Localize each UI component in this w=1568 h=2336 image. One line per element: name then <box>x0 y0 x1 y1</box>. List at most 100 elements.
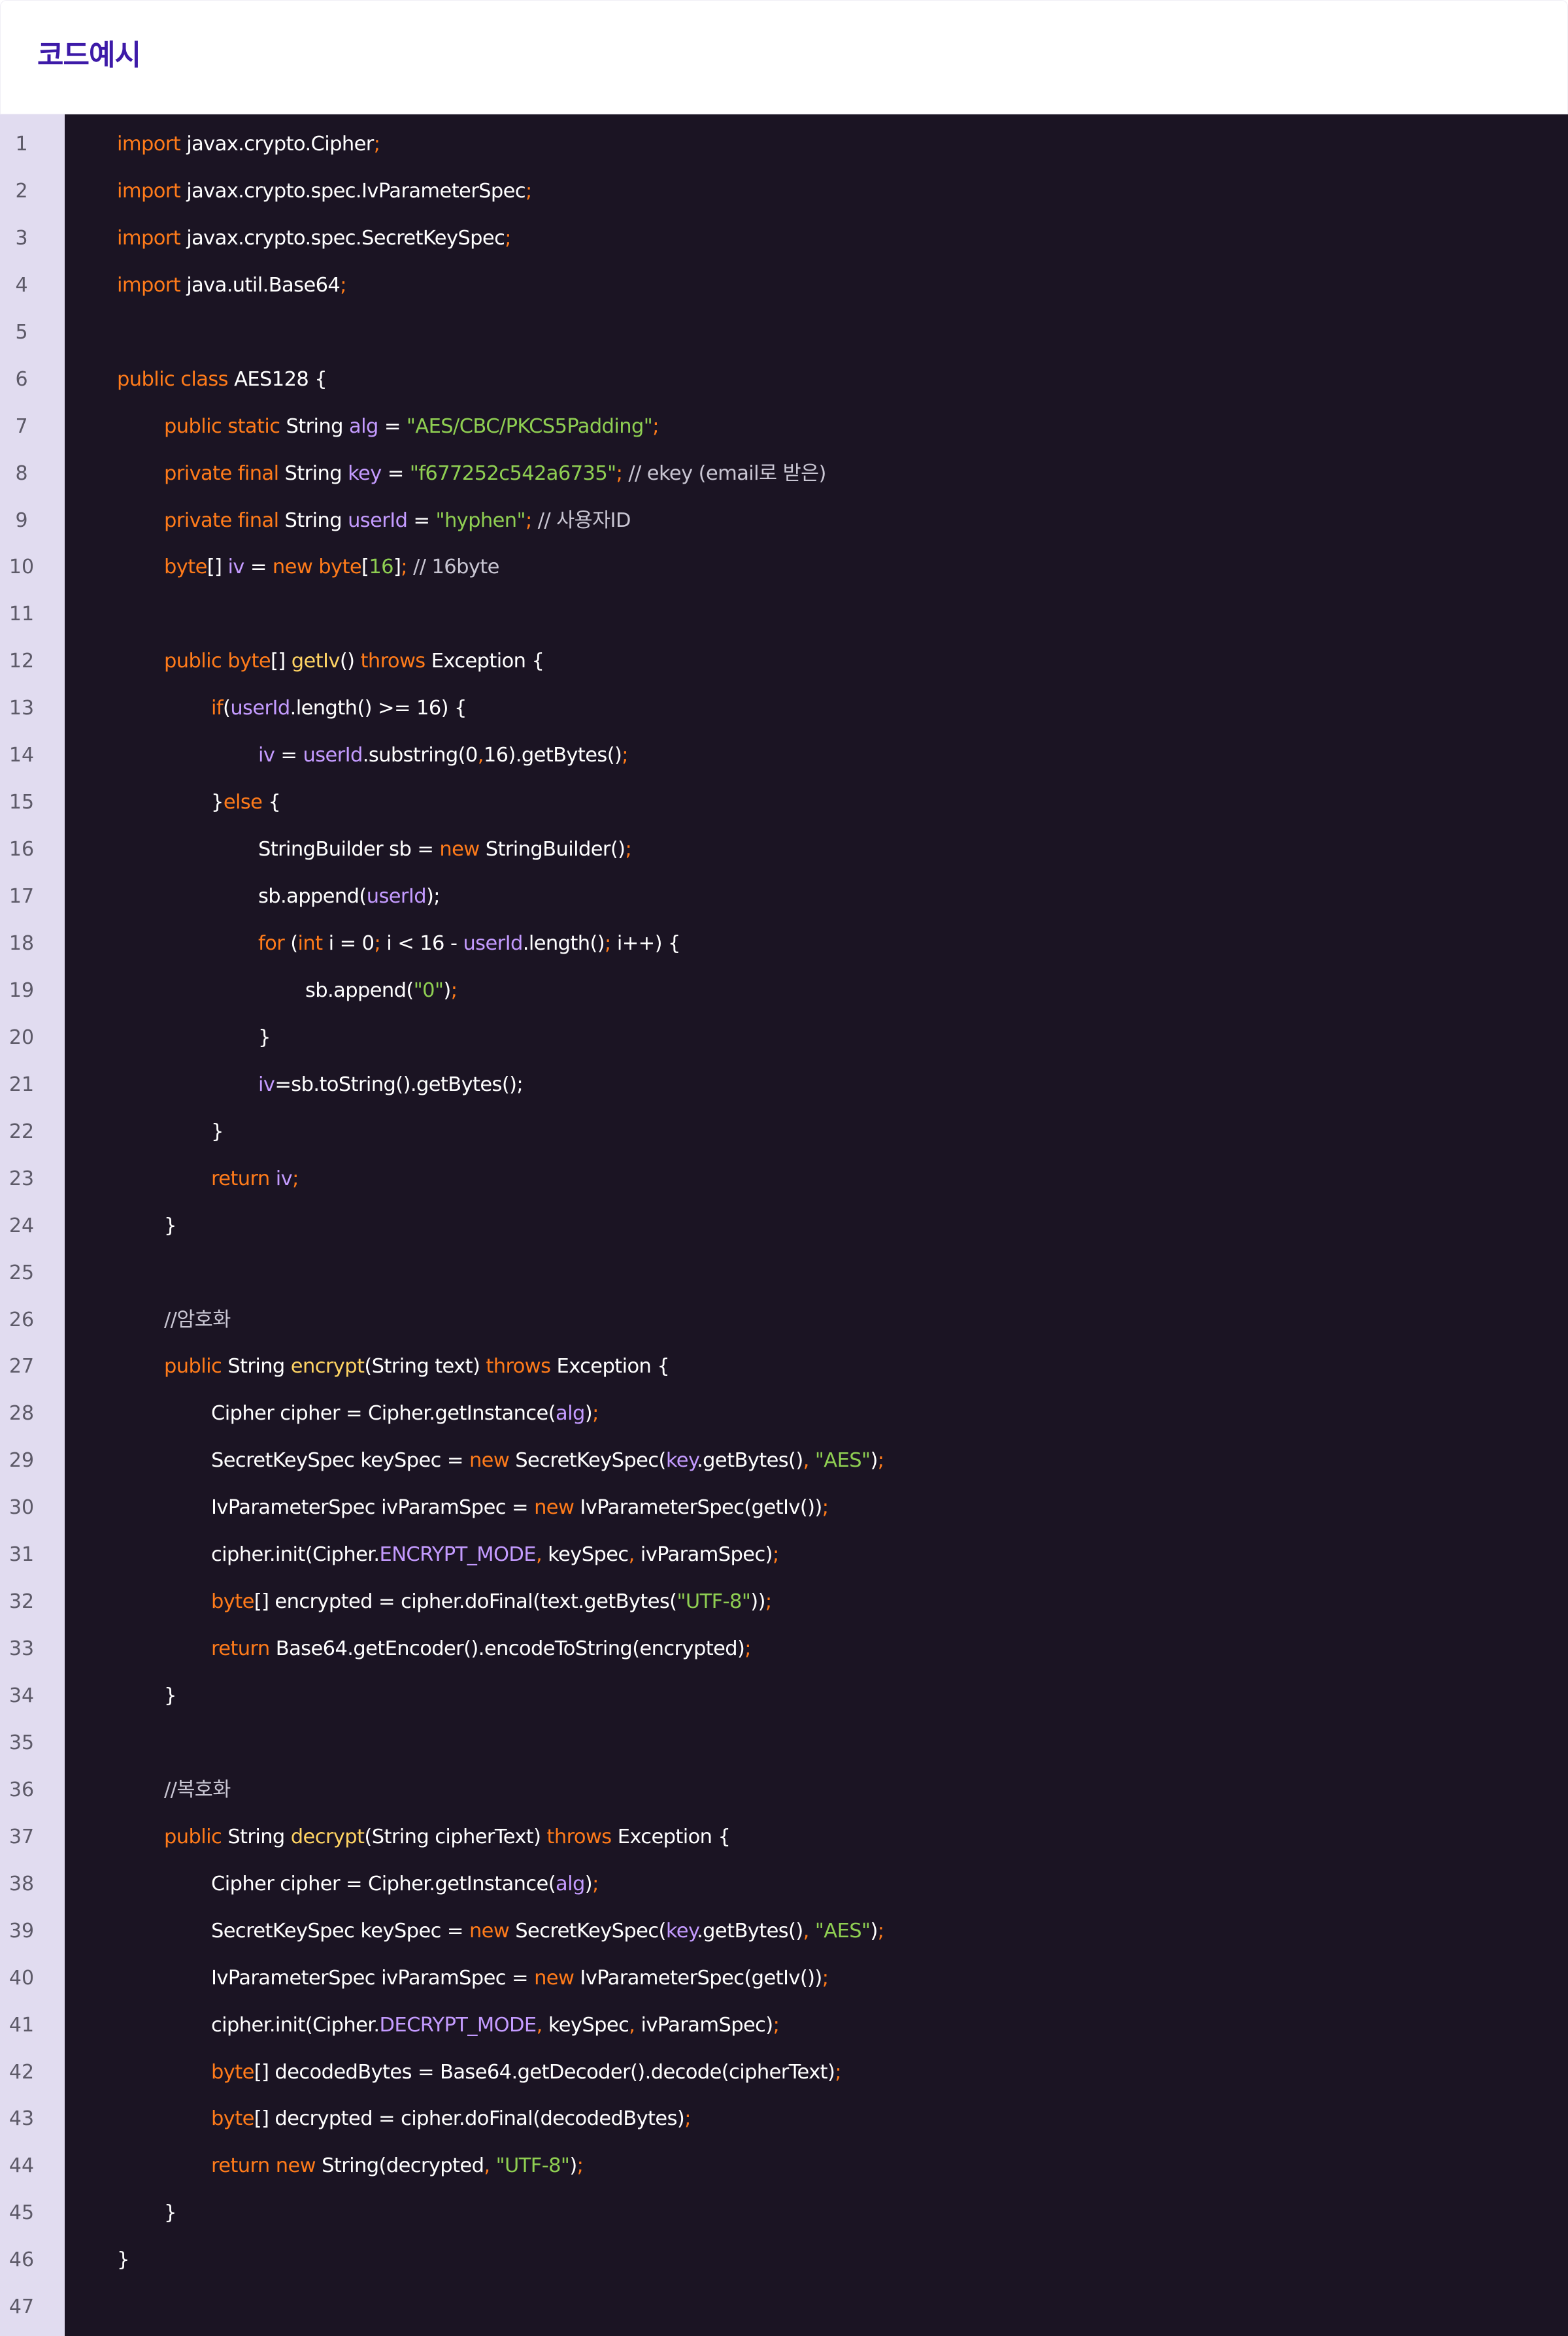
line-number: 38 <box>8 1873 35 1895</box>
code-token: } <box>164 1684 176 1707</box>
code-token: , <box>629 2014 635 2037</box>
code-line[interactable]: sb.append(userId); <box>258 884 441 910</box>
code-line[interactable]: private final String key = "f677252c542a… <box>164 461 826 487</box>
code-line[interactable]: } <box>164 1213 176 1239</box>
code-token: sb.append( <box>305 979 414 1002</box>
code-line[interactable]: public String encrypt(String text) throw… <box>164 1354 670 1380</box>
code-line[interactable]: byte[] encrypted = cipher.doFinal(text.g… <box>211 1589 772 1615</box>
code-token: "f677252c542a6735" <box>409 462 616 485</box>
code-token: [] <box>207 556 228 578</box>
code-line[interactable]: } <box>258 1025 271 1051</box>
line-number: 30 <box>8 1496 35 1519</box>
code-token: ; <box>525 509 532 532</box>
line-number: 34 <box>8 1684 35 1707</box>
line-number: 39 <box>8 1920 35 1943</box>
code-line[interactable]: import javax.crypto.spec.SecretKeySpec; <box>117 225 512 252</box>
code-line[interactable]: cipher.init(Cipher.DECRYPT_MODE, keySpec… <box>211 2012 780 2039</box>
code-token: "UTF-8" <box>676 1590 751 1613</box>
code-token: sb.append( <box>258 885 367 908</box>
code-token: , <box>628 1543 635 1566</box>
code-line[interactable]: } <box>117 2247 129 2273</box>
code-line[interactable]: public class AES128 { <box>117 367 327 393</box>
code-line[interactable]: import javax.crypto.spec.IvParameterSpec… <box>117 178 532 205</box>
code-token: throws <box>360 650 426 673</box>
code-token: String <box>280 415 350 438</box>
code-line[interactable]: public static String alg = "AES/CBC/PKCS… <box>164 414 659 440</box>
line-number: 12 <box>8 650 35 673</box>
line-number: 31 <box>8 1543 35 1566</box>
code-token: ; <box>525 180 532 203</box>
code-line[interactable]: IvParameterSpec ivParamSpec = new IvPara… <box>211 1495 829 1521</box>
code-token: iv <box>258 744 275 767</box>
code-token: Exception { <box>611 1826 731 1848</box>
code-token: throws <box>486 1355 551 1378</box>
code-token: iv <box>258 1073 275 1096</box>
code-line[interactable]: byte[] decrypted = cipher.doFinal(decode… <box>211 2106 691 2132</box>
code-line[interactable]: cipher.init(Cipher.ENCRYPT_MODE, keySpec… <box>211 1542 779 1568</box>
line-number: 45 <box>8 2201 35 2224</box>
code-token: SecretKeySpec( <box>509 1920 666 1943</box>
code-line[interactable]: IvParameterSpec ivParamSpec = new IvPara… <box>211 1965 829 1992</box>
code-token: String <box>222 1355 291 1378</box>
code-line[interactable]: SecretKeySpec keySpec = new SecretKeySpe… <box>211 1448 884 1474</box>
code-line[interactable]: //복호화 <box>164 1777 231 1803</box>
code-token: "hyphen" <box>435 509 526 532</box>
code-token: byte <box>211 2061 254 2084</box>
code-token: ; <box>592 1873 599 1895</box>
code-line[interactable]: if(userId.length() >= 16) { <box>211 695 467 722</box>
code-line[interactable]: Cipher cipher = Cipher.getInstance(alg); <box>211 1871 599 1897</box>
code-token: ; <box>765 1590 772 1613</box>
line-number: 28 <box>8 1402 35 1425</box>
code-line[interactable]: }else { <box>211 790 281 816</box>
line-number: 5 <box>15 321 28 344</box>
code-token: javax.crypto.spec.IvParameterSpec <box>180 180 526 203</box>
code-token: iv <box>275 1167 293 1190</box>
line-number: 7 <box>15 415 28 438</box>
code-line[interactable]: public String decrypt(String cipherText)… <box>164 1824 731 1850</box>
code-token: import <box>117 227 181 250</box>
code-editor[interactable]: 1 2 3 4 5 6 7 8 9 10 11 12 13 14 15 16 17 18 19 20 21 22 23 24 2… <box>0 114 1568 2336</box>
code-line[interactable]: public byte[] getIv() throws Exception { <box>164 648 544 675</box>
code-token: ivParamSpec) <box>634 1543 773 1566</box>
code-line[interactable]: sb.append("0"); <box>305 978 458 1004</box>
code-token: ); <box>426 885 441 908</box>
line-number: 4 <box>15 274 28 297</box>
code-line[interactable]: byte[] iv = new byte[16]; // 16byte <box>164 554 499 580</box>
code-token: =sb.toString().getBytes(); <box>275 1073 524 1096</box>
code-line[interactable]: return iv; <box>211 1166 299 1192</box>
code-line[interactable]: Cipher cipher = Cipher.getInstance(alg); <box>211 1401 599 1427</box>
line-number: 3 <box>15 227 28 250</box>
code-line[interactable]: } <box>164 1683 176 1709</box>
code-line[interactable]: iv=sb.toString().getBytes(); <box>258 1072 524 1098</box>
code-line[interactable]: SecretKeySpec keySpec = new SecretKeySpe… <box>211 1918 884 1944</box>
code-line[interactable]: return Base64.getEncoder().encodeToStrin… <box>211 1636 752 1662</box>
code-token: .length() <box>522 932 605 955</box>
code-token: public byte <box>164 650 271 673</box>
code-token: DECRYPT_MODE <box>379 2014 537 2037</box>
code-line[interactable]: import java.util.Base64; <box>117 273 346 299</box>
code-line[interactable]: } <box>211 1119 224 1145</box>
code-line[interactable]: private final String userId = "hyphen"; … <box>164 508 631 534</box>
code-token: i++) { <box>610 932 681 955</box>
code-line[interactable]: } <box>164 2200 176 2226</box>
line-number: 17 <box>8 885 35 908</box>
line-number: 32 <box>8 1590 35 1613</box>
code-line[interactable]: for (int i = 0; i < 16 - userId.length()… <box>258 931 680 957</box>
code-token: ENCRYPT_MODE <box>379 1543 537 1566</box>
code-token: //복호화 <box>164 1778 231 1801</box>
code-token: [] decrypted = cipher.doFinal(decodedByt… <box>254 2107 685 2130</box>
code-line[interactable]: byte[] decodedBytes = Base64.getDecoder(… <box>211 2060 842 2086</box>
code-line[interactable]: StringBuilder sb = new StringBuilder(); <box>258 837 632 863</box>
code-line[interactable]: return new String(decrypted, "UTF-8"); <box>211 2153 584 2179</box>
code-line[interactable]: //암호화 <box>164 1307 231 1333</box>
code-token: ; <box>835 2061 841 2084</box>
code-token: ) <box>569 2154 577 2177</box>
code-token: = <box>378 415 407 438</box>
code-token: [] encrypted = cipher.doFinal(text.getBy… <box>254 1590 677 1613</box>
code-line[interactable]: iv = userId.substring(0,16).getBytes(); <box>258 743 629 769</box>
code-line[interactable]: import javax.crypto.Cipher; <box>117 131 380 158</box>
code-token: javax.crypto.spec.SecretKeySpec <box>180 227 505 250</box>
code-token: ; <box>773 2014 780 2037</box>
code-token: else <box>223 791 263 814</box>
code-token: throws <box>546 1826 612 1848</box>
